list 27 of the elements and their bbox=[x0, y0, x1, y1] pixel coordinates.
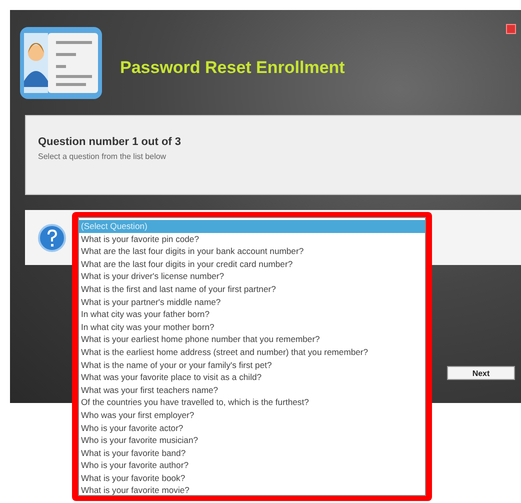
question-option[interactable]: What is your driver's license number? bbox=[79, 270, 425, 283]
question-option[interactable]: What was your favorite place to visit as a child? bbox=[79, 371, 425, 384]
question-option[interactable]: What is your earliest home phone number that you remember? bbox=[79, 333, 425, 346]
question-option[interactable]: Who was your first employer? bbox=[79, 408, 425, 422]
question-option[interactable]: Of the countries you have travelled to, which is the furthest? bbox=[79, 396, 425, 409]
question-option[interactable]: What are the last four digits in your credit card number? bbox=[79, 258, 425, 270]
question-option[interactable]: Who is your favorite musician? bbox=[79, 434, 425, 447]
instruction-text: Select a question from the list below bbox=[38, 152, 168, 161]
question-option[interactable]: What is your partner's middle name? bbox=[79, 296, 425, 308]
question-option[interactable]: What is your favorite band? bbox=[79, 446, 425, 460]
next-button[interactable]: Next bbox=[447, 366, 515, 380]
question-option[interactable]: In what city was your mother born? bbox=[79, 320, 425, 334]
question-option[interactable]: Who is your favorite actor? bbox=[79, 422, 425, 434]
help-icon bbox=[38, 224, 66, 252]
contact-card-icon bbox=[18, 24, 104, 100]
question-option[interactable]: In what city was your father born? bbox=[79, 308, 425, 321]
question-option[interactable]: What are the last four digits in your bank account number? bbox=[79, 245, 425, 258]
question-option[interactable]: What is your favorite movie? bbox=[79, 484, 425, 498]
question-option[interactable]: What was your first teachers name? bbox=[79, 384, 425, 396]
question-heading: Question number 1 out of 3 bbox=[38, 136, 182, 148]
window-title: Password Reset Enrollment bbox=[120, 58, 345, 78]
question-option[interactable]: What is the earliest home address (street and number) that you remember? bbox=[79, 346, 425, 359]
question-option[interactable]: What is your favorite pin code? bbox=[79, 232, 425, 246]
question-option[interactable]: Who is your favorite author? bbox=[79, 459, 425, 472]
question-option[interactable]: What is your favorite book? bbox=[79, 472, 425, 484]
question-option[interactable]: What is the name of your or your family's first pet? bbox=[79, 358, 425, 372]
question-option[interactable]: What is the first and last name of your first partner? bbox=[79, 282, 425, 296]
